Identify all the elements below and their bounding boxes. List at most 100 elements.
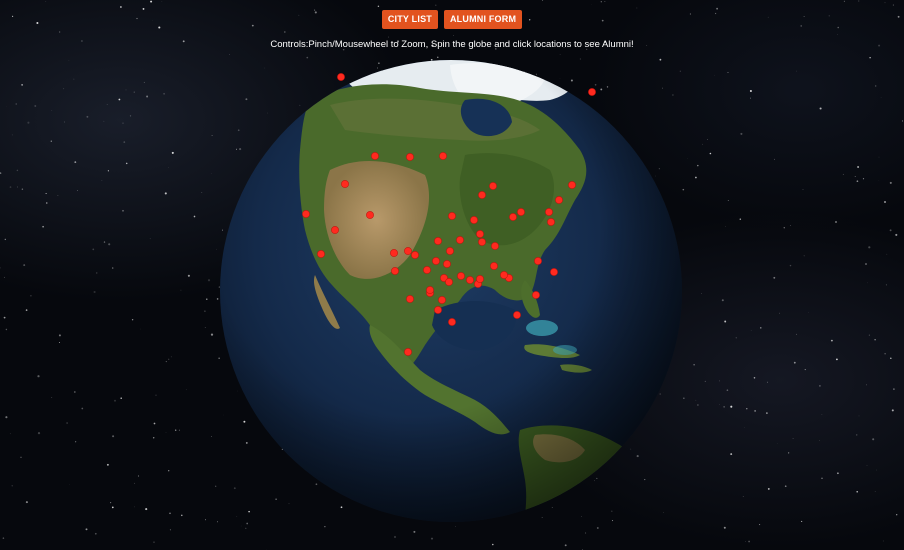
location-marker-icon[interactable]	[466, 276, 474, 284]
star	[168, 470, 170, 472]
city-list-button[interactable]: CITY LIST	[381, 10, 438, 29]
location-marker-icon[interactable]	[588, 88, 596, 96]
star	[42, 225, 44, 228]
star	[714, 74, 716, 76]
star	[110, 502, 112, 504]
location-marker-icon[interactable]	[434, 306, 442, 314]
star	[697, 404, 699, 406]
location-marker-icon[interactable]	[532, 291, 540, 299]
controls-instructions: Controls:Pinch/Mousewheel to Zoom, Spin …	[270, 39, 634, 50]
location-marker-icon[interactable]	[404, 247, 412, 255]
star	[779, 312, 780, 314]
star	[889, 229, 892, 232]
star	[168, 358, 170, 360]
location-marker-icon[interactable]	[470, 216, 478, 224]
alumni-form-button[interactable]: ALUMNI FORM	[443, 10, 523, 29]
star	[882, 540, 884, 542]
location-marker-icon[interactable]	[446, 247, 454, 255]
location-marker-icon[interactable]	[550, 268, 558, 276]
star	[767, 381, 768, 383]
star	[455, 525, 456, 527]
star	[85, 528, 88, 531]
star	[891, 409, 894, 412]
star	[111, 267, 114, 269]
location-marker-icon[interactable]	[555, 196, 563, 204]
star	[245, 527, 247, 529]
location-marker-icon[interactable]	[448, 212, 456, 220]
location-marker-icon[interactable]	[337, 73, 345, 81]
star	[884, 201, 886, 203]
star	[865, 263, 867, 265]
location-marker-icon[interactable]	[411, 251, 419, 259]
location-marker-icon[interactable]	[434, 237, 442, 245]
top-toolbar: CITY LIST ALUMNI FORM	[0, 10, 904, 29]
star	[58, 334, 61, 337]
star	[435, 4, 437, 6]
location-marker-icon[interactable]	[423, 266, 431, 274]
location-marker-icon[interactable]	[439, 152, 447, 160]
star	[165, 361, 167, 363]
location-marker-icon[interactable]	[426, 286, 434, 294]
star	[66, 422, 68, 424]
location-marker-icon[interactable]	[317, 250, 325, 258]
star	[773, 276, 776, 279]
location-marker-icon[interactable]	[478, 238, 486, 246]
location-marker-icon[interactable]	[391, 267, 399, 275]
location-marker-icon[interactable]	[432, 257, 440, 265]
location-marker-icon[interactable]	[406, 153, 414, 161]
star	[721, 299, 724, 302]
star	[17, 186, 19, 188]
location-marker-icon[interactable]	[490, 262, 498, 270]
location-marker-icon[interactable]	[438, 296, 446, 304]
star	[857, 166, 860, 168]
location-marker-icon[interactable]	[371, 152, 379, 160]
star	[858, 415, 860, 417]
location-marker-icon[interactable]	[456, 236, 464, 244]
location-marker-icon[interactable]	[366, 211, 374, 219]
star	[45, 192, 47, 195]
star	[766, 412, 768, 414]
star	[164, 192, 167, 195]
location-marker-icon[interactable]	[404, 348, 412, 356]
star	[107, 170, 109, 172]
globe-canvas[interactable]	[220, 60, 682, 522]
location-marker-icon[interactable]	[547, 218, 555, 226]
location-marker-icon[interactable]	[489, 182, 497, 190]
star	[216, 248, 217, 250]
star	[131, 319, 134, 321]
star	[702, 143, 703, 145]
location-marker-icon[interactable]	[491, 242, 499, 250]
location-marker-icon[interactable]	[509, 213, 517, 221]
star	[842, 173, 844, 175]
location-marker-icon[interactable]	[476, 275, 484, 283]
star	[725, 226, 726, 227]
location-marker-icon[interactable]	[568, 181, 576, 189]
location-marker-icon[interactable]	[341, 180, 349, 188]
star	[819, 440, 820, 441]
star	[112, 435, 115, 438]
location-marker-icon[interactable]	[534, 257, 542, 265]
location-marker-icon[interactable]	[545, 208, 553, 216]
location-marker-icon[interactable]	[476, 230, 484, 238]
location-marker-icon[interactable]	[500, 271, 508, 279]
star	[187, 274, 190, 277]
star	[145, 508, 148, 511]
location-marker-icon[interactable]	[478, 191, 486, 199]
location-marker-icon[interactable]	[457, 272, 465, 280]
star	[21, 84, 23, 86]
location-marker-icon[interactable]	[517, 208, 525, 216]
location-marker-icon[interactable]	[445, 278, 453, 286]
globe[interactable]	[220, 60, 682, 522]
star	[81, 407, 84, 410]
location-marker-icon[interactable]	[443, 260, 451, 268]
location-marker-icon[interactable]	[390, 249, 398, 257]
location-marker-icon[interactable]	[513, 311, 521, 319]
location-marker-icon[interactable]	[448, 318, 456, 326]
star	[492, 543, 494, 546]
location-marker-icon[interactable]	[331, 226, 339, 234]
location-marker-icon[interactable]	[302, 210, 310, 218]
star	[748, 540, 750, 543]
star	[45, 1, 47, 2]
location-marker-icon[interactable]	[406, 295, 414, 303]
star	[5, 328, 8, 331]
